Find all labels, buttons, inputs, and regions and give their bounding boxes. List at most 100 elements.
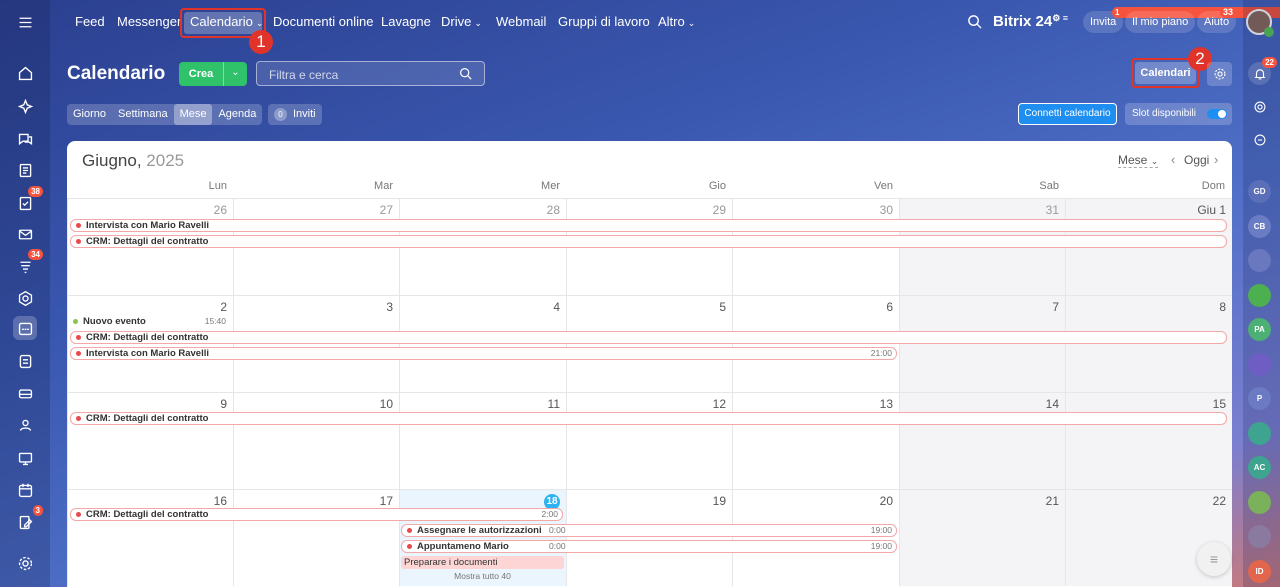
nav-drive-label: Drive	[441, 14, 472, 29]
weekday-sun: Dom	[1201, 180, 1225, 192]
weekday-tue: Mar	[374, 180, 393, 192]
nav-feed[interactable]: Feed	[75, 8, 105, 36]
day-cell[interactable]: 9	[67, 392, 233, 489]
chat-avatar[interactable]	[1248, 283, 1271, 307]
slots-toggle[interactable]	[1207, 109, 1227, 119]
show-all-link[interactable]: Mostra tutto 40	[401, 571, 564, 581]
event-crm-w4-time: 2:00	[541, 509, 558, 519]
settings-gear-icon[interactable]	[1207, 62, 1232, 86]
prev-icon[interactable]: ‹	[1171, 152, 1175, 167]
day-number: 31	[1045, 203, 1059, 217]
event-crm-w2[interactable]: CRM: Dettagli del contratto	[70, 331, 1227, 344]
view-week[interactable]: Settimana	[112, 104, 174, 125]
chat-avatar[interactable]	[1248, 249, 1271, 272]
view-day[interactable]: Giorno	[67, 104, 112, 125]
chat-avatar[interactable]	[1248, 421, 1271, 445]
mail-icon[interactable]	[13, 222, 37, 246]
day-cell[interactable]: 14	[899, 392, 1065, 489]
list-icon[interactable]: ≡	[1197, 542, 1231, 576]
event-documents[interactable]: Preparare i documenti	[401, 556, 564, 569]
day-cell[interactable]: 16	[67, 489, 233, 586]
nav-lavagne[interactable]: Lavagne	[381, 8, 431, 36]
feed-icon[interactable]: 34	[13, 249, 43, 278]
day-number: 12	[712, 397, 726, 411]
day-number: 27	[379, 203, 393, 217]
calendar-nav-icon[interactable]	[13, 316, 37, 340]
nav-documenti[interactable]: Documenti online	[273, 8, 373, 36]
view-agenda[interactable]: Agenda	[212, 104, 262, 125]
chat-avatar[interactable]	[1248, 352, 1271, 376]
chat-avatar[interactable]: GD	[1248, 180, 1271, 203]
weekday-mon: Lun	[208, 180, 227, 192]
day-number: 20	[879, 494, 893, 508]
chat-avatar[interactable]: P	[1248, 387, 1271, 410]
chat-avatar[interactable]: CB	[1248, 214, 1271, 238]
connect-calendar-button[interactable]: Connetti calendario	[1018, 103, 1117, 125]
chat-avatar[interactable]: PA	[1248, 318, 1271, 341]
day-cell[interactable]: 10	[233, 392, 399, 489]
day-cell[interactable]: 21	[899, 489, 1065, 586]
home-icon[interactable]	[13, 61, 37, 85]
event-authorizations-end: 19:00	[870, 525, 892, 535]
tasks-icon[interactable]: 38	[13, 186, 43, 215]
hexagon-icon[interactable]	[13, 286, 37, 310]
nav-webmail[interactable]: Webmail	[496, 8, 546, 36]
create-button[interactable]: Crea ⌄	[179, 62, 247, 86]
chevron-down-icon: ⌄	[1150, 156, 1159, 166]
month-name: Giugno,	[82, 151, 142, 170]
chevron-down-icon[interactable]: ⌄	[223, 62, 247, 86]
nav-drive[interactable]: Drive ⌄	[441, 8, 482, 36]
day-cell[interactable]: 11	[399, 392, 566, 489]
event-crm-w1[interactable]: CRM: Dettagli del contratto	[70, 235, 1227, 248]
chat-avatar[interactable]: ID	[1248, 559, 1271, 583]
event-interview-w1[interactable]: Intervista con Mario Ravelli	[70, 219, 1227, 232]
chat-icon[interactable]	[13, 127, 37, 151]
search-input[interactable]: Filtra e cerca	[256, 61, 485, 86]
available-slots[interactable]: Slot disponibili	[1125, 103, 1232, 125]
chat-avatar[interactable]	[1248, 490, 1271, 514]
chat-search-icon[interactable]	[1248, 128, 1271, 151]
document-icon[interactable]	[13, 158, 37, 182]
event-new[interactable]: Nuovo evento 15:40	[68, 316, 230, 329]
invites-button[interactable]: 0 Inviti	[268, 104, 322, 125]
mode-select[interactable]: Mese ⌄	[1118, 153, 1159, 168]
day-number: 17	[379, 494, 393, 508]
spiral-icon[interactable]	[1248, 95, 1271, 118]
next-icon[interactable]: ›	[1214, 152, 1218, 167]
day-cell[interactable]: 13	[732, 392, 899, 489]
tasks-badge: 38	[28, 186, 43, 197]
mode-label: Mese	[1118, 153, 1148, 167]
edit-icon[interactable]: 3	[13, 505, 43, 534]
nav-messenger[interactable]: Messenger	[117, 8, 181, 36]
calendars-button[interactable]: Calendari	[1135, 62, 1196, 84]
view-month[interactable]: Mese	[173, 104, 213, 125]
today-button[interactable]: Oggi	[1184, 153, 1209, 167]
contacts-icon[interactable]	[13, 413, 37, 437]
settings-icon[interactable]	[13, 551, 37, 575]
day-cell[interactable]: 12	[566, 392, 732, 489]
day-cell[interactable]: 20	[732, 489, 899, 586]
docs-icon[interactable]	[13, 349, 37, 373]
day-cell[interactable]: 15	[1065, 392, 1232, 489]
chat-avatar[interactable]	[1248, 525, 1271, 548]
nav-altro[interactable]: Altro ⌄	[658, 8, 695, 36]
event-authorizations[interactable]: Assegnare le autorizzazioni 0:00 19:00	[401, 524, 897, 537]
menu-icon[interactable]	[13, 10, 37, 34]
day-number: 5	[719, 300, 726, 314]
board-icon[interactable]	[13, 446, 37, 470]
event-crm-w3[interactable]: CRM: Dettagli del contratto	[70, 412, 1227, 425]
chat-avatar[interactable]: AC	[1248, 456, 1271, 479]
drive-icon[interactable]	[13, 381, 37, 405]
planner-icon[interactable]	[13, 478, 37, 502]
day-cell[interactable]: 17	[233, 489, 399, 586]
day-cell[interactable]: 19	[566, 489, 732, 586]
event-crm-w4[interactable]: CRM: Dettagli del contratto 2:00	[70, 508, 563, 521]
bell-icon[interactable]: 22	[1248, 57, 1277, 85]
search-icon[interactable]	[967, 14, 982, 29]
sparkle-icon[interactable]	[13, 94, 37, 118]
event-appointment-end: 19:00	[870, 541, 892, 551]
event-appointment[interactable]: Appuntameno Mario 0:00 19:00	[401, 540, 897, 553]
event-interview-w2[interactable]: Intervista con Mario Ravelli 21:00	[70, 347, 897, 360]
plan-button[interactable]: Il mio piano	[1125, 11, 1196, 33]
nav-gruppi[interactable]: Gruppi di lavoro	[558, 8, 650, 36]
